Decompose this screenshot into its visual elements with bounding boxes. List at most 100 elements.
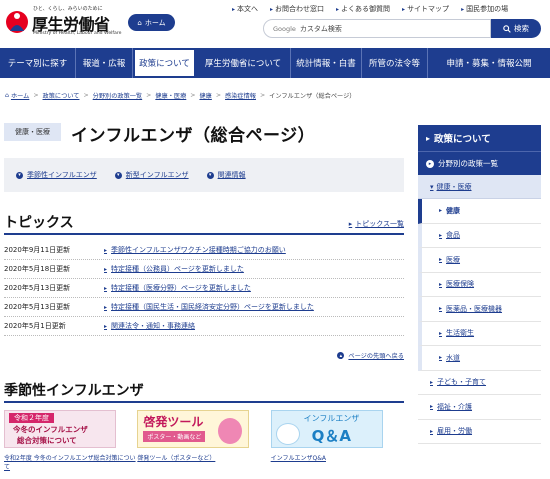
topic-row: 2020年5月1日更新 関連法令・通知・事務連絡 xyxy=(4,317,404,336)
topic-date: 2020年9月11日更新 xyxy=(4,246,71,254)
breadcrumb-link[interactable]: 健康 xyxy=(199,91,211,100)
topic-date: 2020年5月1日更新 xyxy=(4,322,66,330)
search-icon xyxy=(503,24,511,33)
anchor-label: 新型インフルエンザ xyxy=(125,171,189,179)
topics-header: トピックス トピックス一覧 xyxy=(4,211,404,235)
main-content: 健康・医療 インフルエンザ（総合ページ） ▾ 季節性インフルエンザ ▾ 新型イン… xyxy=(4,115,404,471)
topic-date: 2020年5月13日更新 xyxy=(4,284,71,292)
page-title: インフルエンザ（総合ページ） xyxy=(71,126,316,146)
topic-link[interactable]: 特定接種（医療分野）ページを更新しました xyxy=(104,283,251,293)
home-icon: ⌂ xyxy=(137,18,142,27)
banner-line: 総合対策について xyxy=(17,436,77,445)
utility-links: 本文へ お問合わせ窓口 よくある御質問 サイトマップ 国民参加の場 xyxy=(232,4,520,14)
search-button-label: 検索 xyxy=(514,24,529,33)
banner-line: インフルエンザ xyxy=(303,414,360,423)
topic-date: 2020年5月18日更新 xyxy=(4,265,71,273)
banner-qa[interactable]: インフルエンザ Q＆A インフルエンザQ&A xyxy=(270,410,404,472)
banner-caption: 令和2年度 今冬のインフルエンザ総合対策について xyxy=(4,455,136,471)
breadcrumb-current: インフルエンザ（総合ページ） xyxy=(269,93,356,100)
topic-link[interactable]: 特定接種（国民生活・国民経済安定分野）ページを更新しました xyxy=(104,302,314,312)
util-link[interactable]: サイトマップ xyxy=(402,4,449,14)
side-nav-item-health[interactable]: 健康 xyxy=(418,199,541,224)
anchor-label: 季節性インフルエンザ xyxy=(27,171,97,179)
search-input[interactable]: Google カスタム検索 xyxy=(263,19,491,38)
breadcrumb-link[interactable]: 分野別の政策一覧 xyxy=(93,91,143,100)
topic-date: 2020年5月13日更新 xyxy=(4,303,71,311)
gnav-item-laws[interactable]: 所管の法令等 xyxy=(362,48,428,78)
breadcrumb-link[interactable]: ホーム xyxy=(11,91,29,100)
banner-image: インフルエンザ Q＆A xyxy=(270,410,383,448)
topic-row: 2020年5月13日更新 特定接種（医療分野）ページを更新しました xyxy=(4,279,404,298)
ministry-logo-icon xyxy=(6,11,28,33)
side-nav-item-hygiene[interactable]: 生活衛生 xyxy=(418,321,541,346)
banner-caption: インフルエンザQ&A xyxy=(270,455,326,462)
side-nav-group-children[interactable]: 子ども・子育て xyxy=(418,370,541,395)
banner-countermeasures[interactable]: 令和２年度 今冬のインフルエンザ 総合対策について 令和2年度 今冬のインフルエ… xyxy=(4,410,137,472)
title-row: 健康・医療 インフルエンザ（総合ページ） xyxy=(4,115,404,155)
topic-row: 2020年5月18日更新 特定接種（公務員）ページを更新しました xyxy=(4,260,404,279)
topic-row: 2020年5月13日更新 特定接種（国民生活・国民経済安定分野）ページを更新しま… xyxy=(4,298,404,317)
banner-caption: 啓発ツール（ポスターなど） xyxy=(137,455,216,462)
chevron-down-icon: ▾ xyxy=(206,171,214,179)
home-button-label: ホーム xyxy=(144,18,166,27)
banner-awareness-tools[interactable]: 啓発ツール ポスター・動画など 啓発ツール（ポスターなど） xyxy=(137,410,270,472)
chevron-up-icon: ▴ xyxy=(337,352,345,359)
anchor-label: 関連情報 xyxy=(217,171,246,179)
site-logo[interactable]: ひと、くらし、みらいのために 厚生労働省 Ministry of Health,… xyxy=(5,5,121,41)
side-nav-item-food[interactable]: 食品 xyxy=(418,223,541,248)
category-badge: 健康・医療 xyxy=(4,123,61,141)
global-nav: テーマ別に探す 報道・広報 政策について 厚生労働省について 統計情報・白書 所… xyxy=(0,48,550,78)
side-nav-group-welfare[interactable]: 福祉・介護 xyxy=(418,395,541,420)
side-nav-item-water[interactable]: 水道 xyxy=(418,346,541,371)
side-nav-item-pharma[interactable]: 医薬品・医療機器 xyxy=(418,297,541,322)
gnav-item-policy[interactable]: 政策について xyxy=(133,48,196,78)
topic-link[interactable]: 季節性インフルエンザワクチン接種時期ご協力のお願い xyxy=(104,245,286,255)
gnav-item-applications[interactable]: 申請・募集・情報公開 xyxy=(428,48,550,78)
banner-image: 啓発ツール ポスター・動画など xyxy=(137,410,250,448)
gnav-item-themes[interactable]: テーマ別に探す xyxy=(0,48,76,78)
banner-line: 今冬のインフルエンザ xyxy=(13,425,88,434)
banner-line: Q＆A xyxy=(311,427,352,445)
topic-link[interactable]: 関連法令・通知・事務連絡 xyxy=(104,321,195,331)
util-link[interactable]: 本文へ xyxy=(232,4,258,14)
back-to-top-label: ページの先頭へ戻る xyxy=(348,353,404,360)
side-nav-sub-label: 分野別の政策一覧 xyxy=(438,159,498,168)
search-button[interactable]: 検索 xyxy=(491,19,541,38)
back-to-top-link[interactable]: ▴ ページの先頭へ戻る xyxy=(337,351,404,360)
breadcrumb-link[interactable]: 感染症情報 xyxy=(225,91,256,100)
anchor-link-pandemic[interactable]: ▾ 新型インフルエンザ xyxy=(114,170,189,180)
chevron-down-icon: ▾ xyxy=(16,171,23,179)
gnav-item-about[interactable]: 厚生労働省について xyxy=(196,48,291,78)
util-link[interactable]: 国民参加の場 xyxy=(461,4,508,14)
mascot-icon xyxy=(218,418,243,444)
topics-list: 2020年9月11日更新 季節性インフルエンザワクチン接種時期ご協力のお願い 2… xyxy=(4,241,404,336)
banner-tag: 令和２年度 xyxy=(9,413,54,423)
breadcrumb-link[interactable]: 政策について xyxy=(43,91,80,100)
breadcrumb: ⌂ ホーム > 政策について > 分野別の政策一覧 > 健康・医療 > 健康 > 感染症情… xyxy=(5,91,356,100)
topic-row: 2020年9月11日更新 季節性インフルエンザワクチン接種時期ご協力のお願い xyxy=(4,241,404,260)
gnav-item-press[interactable]: 報道・広報 xyxy=(76,48,133,78)
home-icon: ⌂ xyxy=(5,92,9,99)
side-nav-group-health-medical[interactable]: 健康・医療 xyxy=(418,175,541,199)
home-button[interactable]: ⌂ ホーム xyxy=(128,14,175,31)
side-nav-policy-list[interactable]: ▸ 分野別の政策一覧 xyxy=(418,151,541,175)
side-nav-title[interactable]: 政策について xyxy=(418,125,541,151)
util-link[interactable]: よくある御質問 xyxy=(336,4,390,14)
topics-title: トピックス xyxy=(4,215,74,231)
topics-list-link[interactable]: トピックス一覧 xyxy=(349,219,404,229)
anchor-link-related[interactable]: ▾ 関連情報 xyxy=(206,170,246,180)
mask-icon xyxy=(275,423,300,445)
side-nav-group-employment[interactable]: 雇用・労働 xyxy=(418,419,541,444)
side-nav-item-medical[interactable]: 医療 xyxy=(418,248,541,273)
topic-link[interactable]: 特定接種（公務員）ページを更新しました xyxy=(104,264,244,274)
breadcrumb-link[interactable]: 健康・医療 xyxy=(155,91,186,100)
side-nav-item-insurance[interactable]: 医療保険 xyxy=(418,272,541,297)
anchor-links: ▾ 季節性インフルエンザ ▾ 新型インフルエンザ ▾ 関連情報 xyxy=(4,158,404,192)
banner-line: 啓発ツール xyxy=(143,415,204,429)
anchor-link-seasonal[interactable]: ▾ 季節性インフルエンザ xyxy=(16,170,97,180)
util-link[interactable]: お問合わせ窓口 xyxy=(270,4,324,14)
site-header: ひと、くらし、みらいのために 厚生労働省 Ministry of Health,… xyxy=(0,0,550,46)
search-brand: Google xyxy=(273,24,296,33)
gnav-item-statistics[interactable]: 統計情報・白書 xyxy=(291,48,362,78)
search-placeholder: カスタム検索 xyxy=(299,24,342,33)
